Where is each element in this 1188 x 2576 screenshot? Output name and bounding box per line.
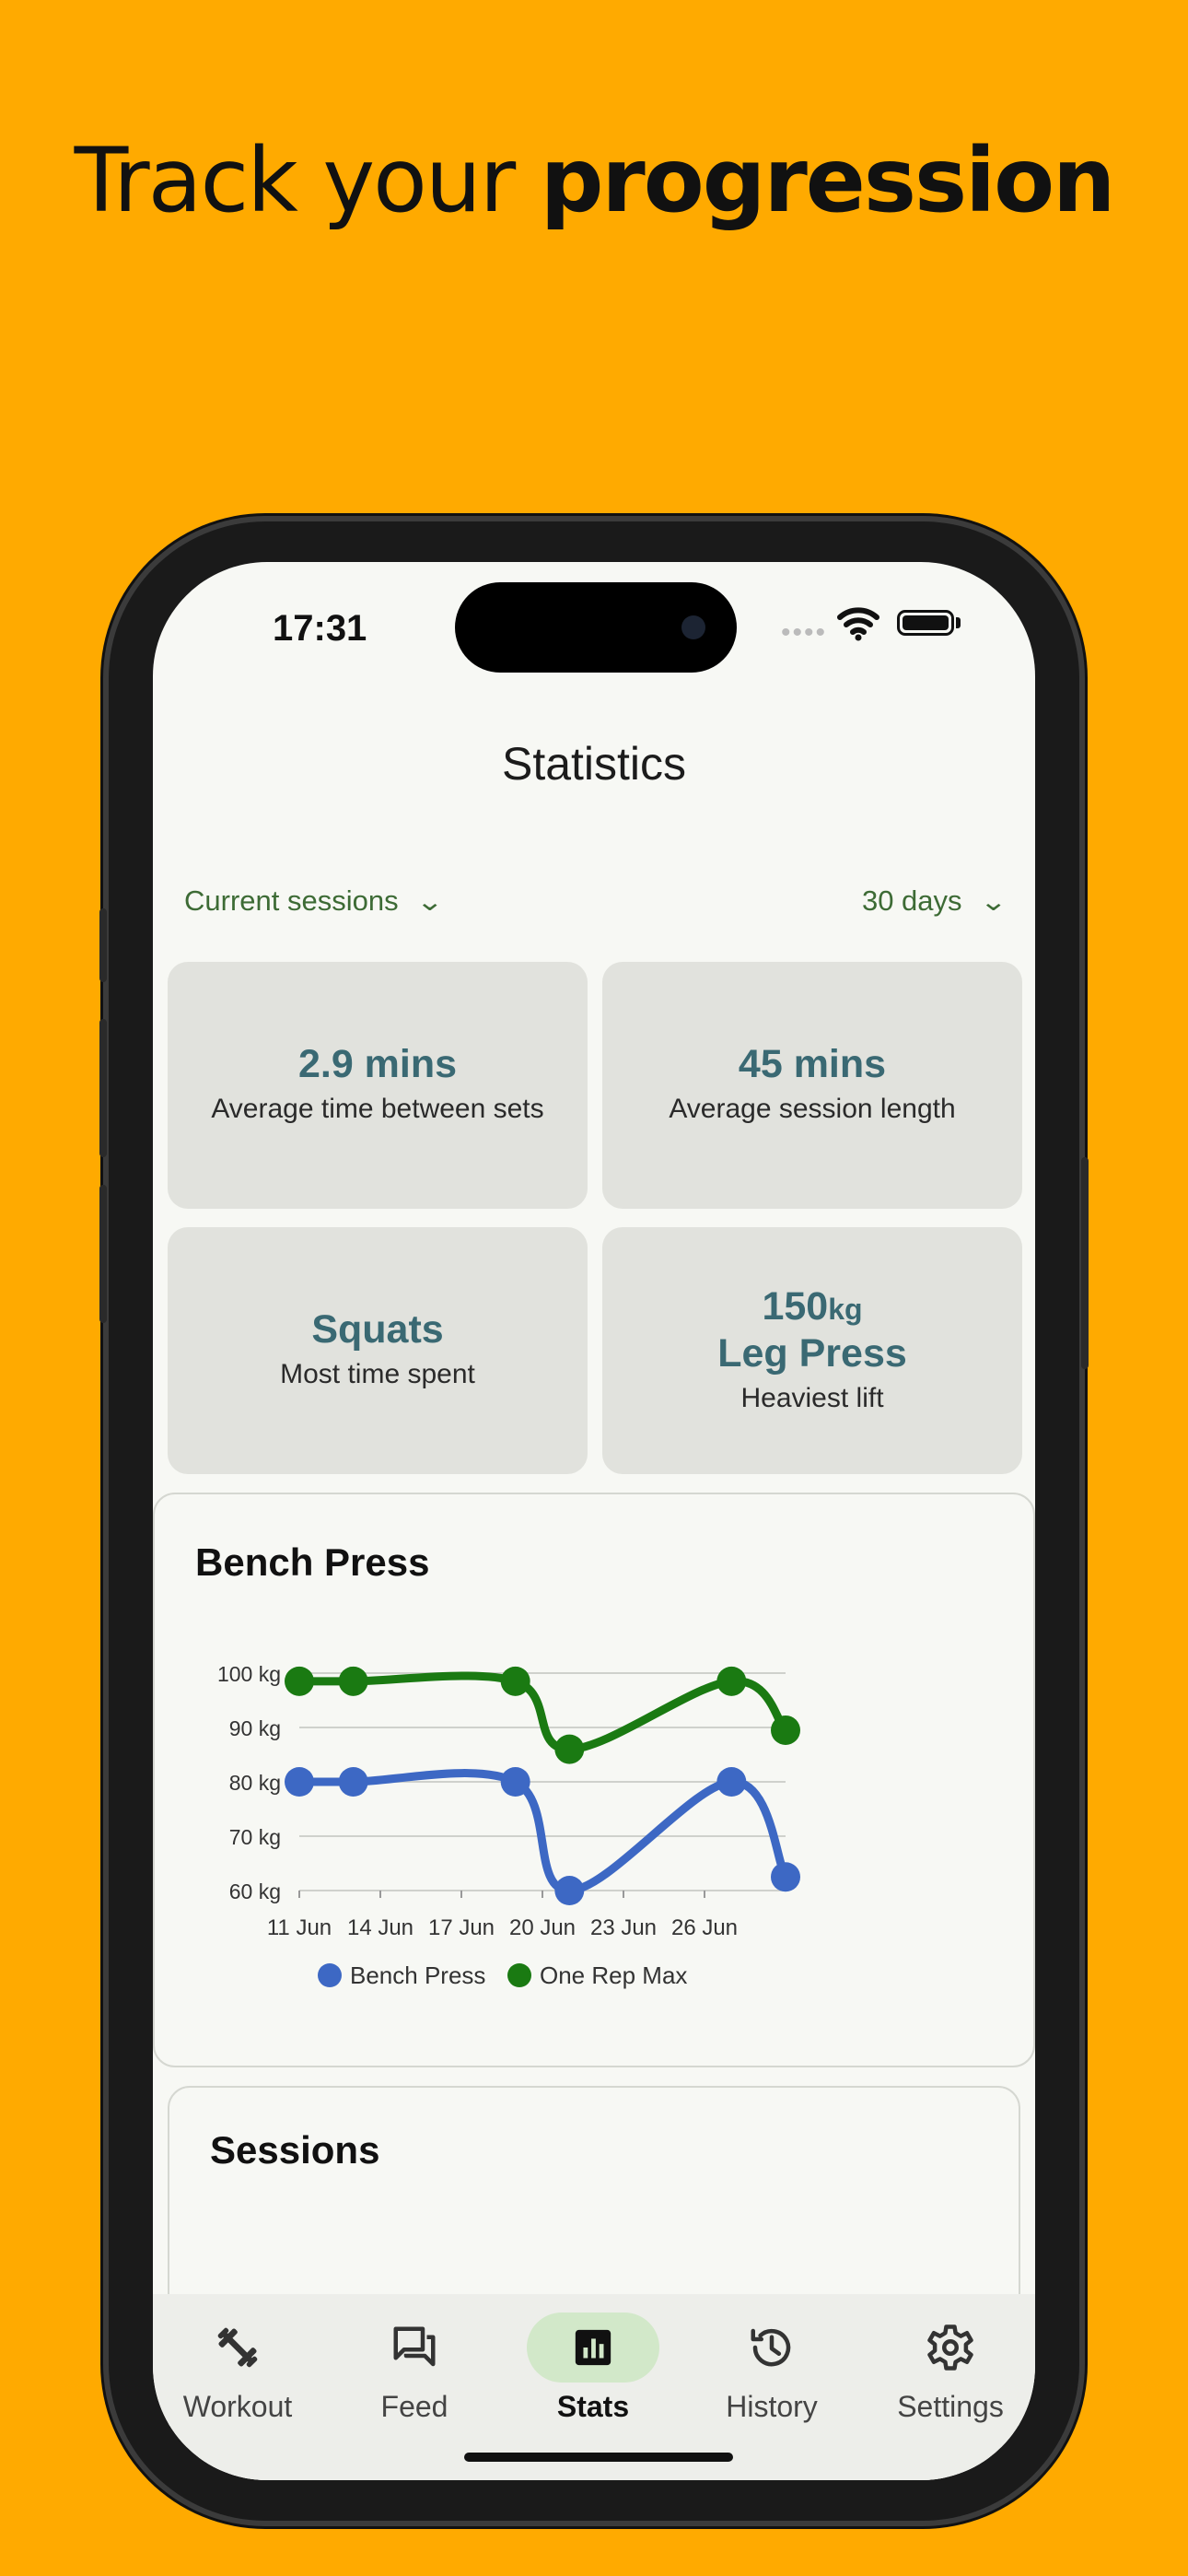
wifi-icon [837,607,879,641]
data-point [554,1876,585,1905]
headline: Track your progression [0,129,1188,232]
page-title: Statistics [501,738,687,790]
stat-value: Squats [311,1307,444,1352]
x-tick-label: 17 Jun [428,1915,495,1940]
data-point [771,1715,800,1745]
legend-swatch [507,1963,531,1987]
volume-up-button [99,1019,107,1157]
data-point [285,1767,314,1797]
nav-label: Settings [897,2390,1004,2423]
gear-icon [927,2324,973,2371]
range-dropdown-label: 30 days [861,884,962,917]
status-bar: 17:31 •••• [153,562,1035,691]
scope-dropdown-label: Current sessions [184,884,399,917]
x-tick-label: 20 Jun [509,1915,576,1940]
nav-label: Stats [556,2390,630,2423]
x-tick-label: 26 Jun [671,1915,738,1940]
stat-tile-heaviest-lift: 150kg Leg Press Heaviest lift [602,1227,1022,1474]
screen: 17:31 •••• Statistics Current sessions ⌄… [153,562,1035,2480]
stat-value: 45 mins [738,1042,887,1087]
stat-label: Average time between sets [211,1094,544,1125]
stat-label: Average session length [669,1094,956,1125]
scope-dropdown[interactable]: Current sessions ⌄ [184,884,444,918]
power-button [1081,1157,1089,1369]
data-point [500,1767,530,1797]
y-tick-label: 70 kg [229,1825,281,1849]
data-point [285,1666,314,1696]
y-tick-label: 90 kg [229,1716,281,1740]
dynamic-island [455,582,737,673]
history-icon [751,2328,791,2367]
headline-bold: progression [540,129,1116,232]
data-point [500,1666,530,1696]
stat-value-unit: kg [828,1292,863,1326]
nav-label: Workout [182,2390,293,2423]
nav-label: History [726,2390,818,2423]
stat-label: Most time spent [280,1359,475,1390]
bench-press-card: Bench Press 60 kg 70 kg 80 kg 90 kg 100 kg 11… [153,1493,1035,2067]
card-title: Bench Press [195,1540,430,1584]
signal-dots-icon: •••• [781,617,828,648]
nav-item-history[interactable]: History [689,2318,855,2424]
stat-tile-most-time: Squats Most time spent [168,1227,588,1474]
legend-swatch [318,1963,342,1987]
legend-label: One Rep Max [540,1961,687,1989]
volume-down-button [99,1185,107,1323]
battery-tip [956,617,961,628]
camera-icon [681,615,705,639]
battery-icon [897,610,954,636]
data-point [771,1862,800,1892]
y-tick-label: 80 kg [229,1771,281,1795]
nav-item-stats[interactable]: Stats [510,2313,676,2424]
data-point [716,1767,747,1797]
series-line [299,1671,789,1754]
x-tick-label: 14 Jun [347,1915,413,1940]
stat-value-name: Leg Press [717,1331,907,1376]
home-indicator [464,2453,733,2462]
bench-press-chart: 60 kg 70 kg 80 kg 90 kg 100 kg 11 Jun 14 Jun 17… [217,1662,800,1989]
nav-item-workout[interactable]: Workout [155,2318,320,2424]
nav-item-settings[interactable]: Settings [868,2318,1033,2424]
status-time: 17:31 [273,608,367,649]
card-title: Sessions [210,2128,380,2172]
headline-plain: Track your [74,129,541,232]
active-indicator [527,2313,659,2383]
data-point [716,1666,747,1696]
stat-value: 150kg [762,1283,862,1331]
chat-bubbles-icon [393,2326,436,2367]
chevron-down-icon: ⌄ [415,886,444,916]
bar-chart-icon [575,2329,611,2366]
action-button [99,908,107,982]
series-line [299,1769,790,1895]
stat-label: Heaviest lift [740,1382,884,1413]
dumbbell-icon [217,2327,258,2368]
nav-item-feed[interactable]: Feed [332,2318,497,2424]
data-point [338,1666,368,1696]
x-tick-label: 11 Jun [267,1915,332,1940]
bottom-nav: Workout Feed Stats History Settings [153,2294,1035,2480]
x-tick-label: 23 Jun [590,1915,657,1940]
legend-label: Bench Press [350,1961,485,1989]
chevron-down-icon: ⌄ [979,886,1007,916]
range-dropdown[interactable]: 30 days ⌄ [861,884,1007,918]
phone-frame: 17:31 •••• Statistics Current sessions ⌄… [99,521,1089,2521]
stat-tile-session-length: 45 mins Average session length [602,962,1022,1209]
nav-label: Feed [380,2390,448,2423]
data-point [338,1767,368,1797]
y-tick-label: 60 kg [229,1879,281,1903]
stat-tile-rest-time: 2.9 mins Average time between sets [168,962,588,1209]
data-point [554,1734,585,1764]
stat-value: 2.9 mins [297,1042,458,1087]
stat-value-number: 150 [762,1283,829,1329]
y-tick-label: 100 kg [217,1662,281,1686]
